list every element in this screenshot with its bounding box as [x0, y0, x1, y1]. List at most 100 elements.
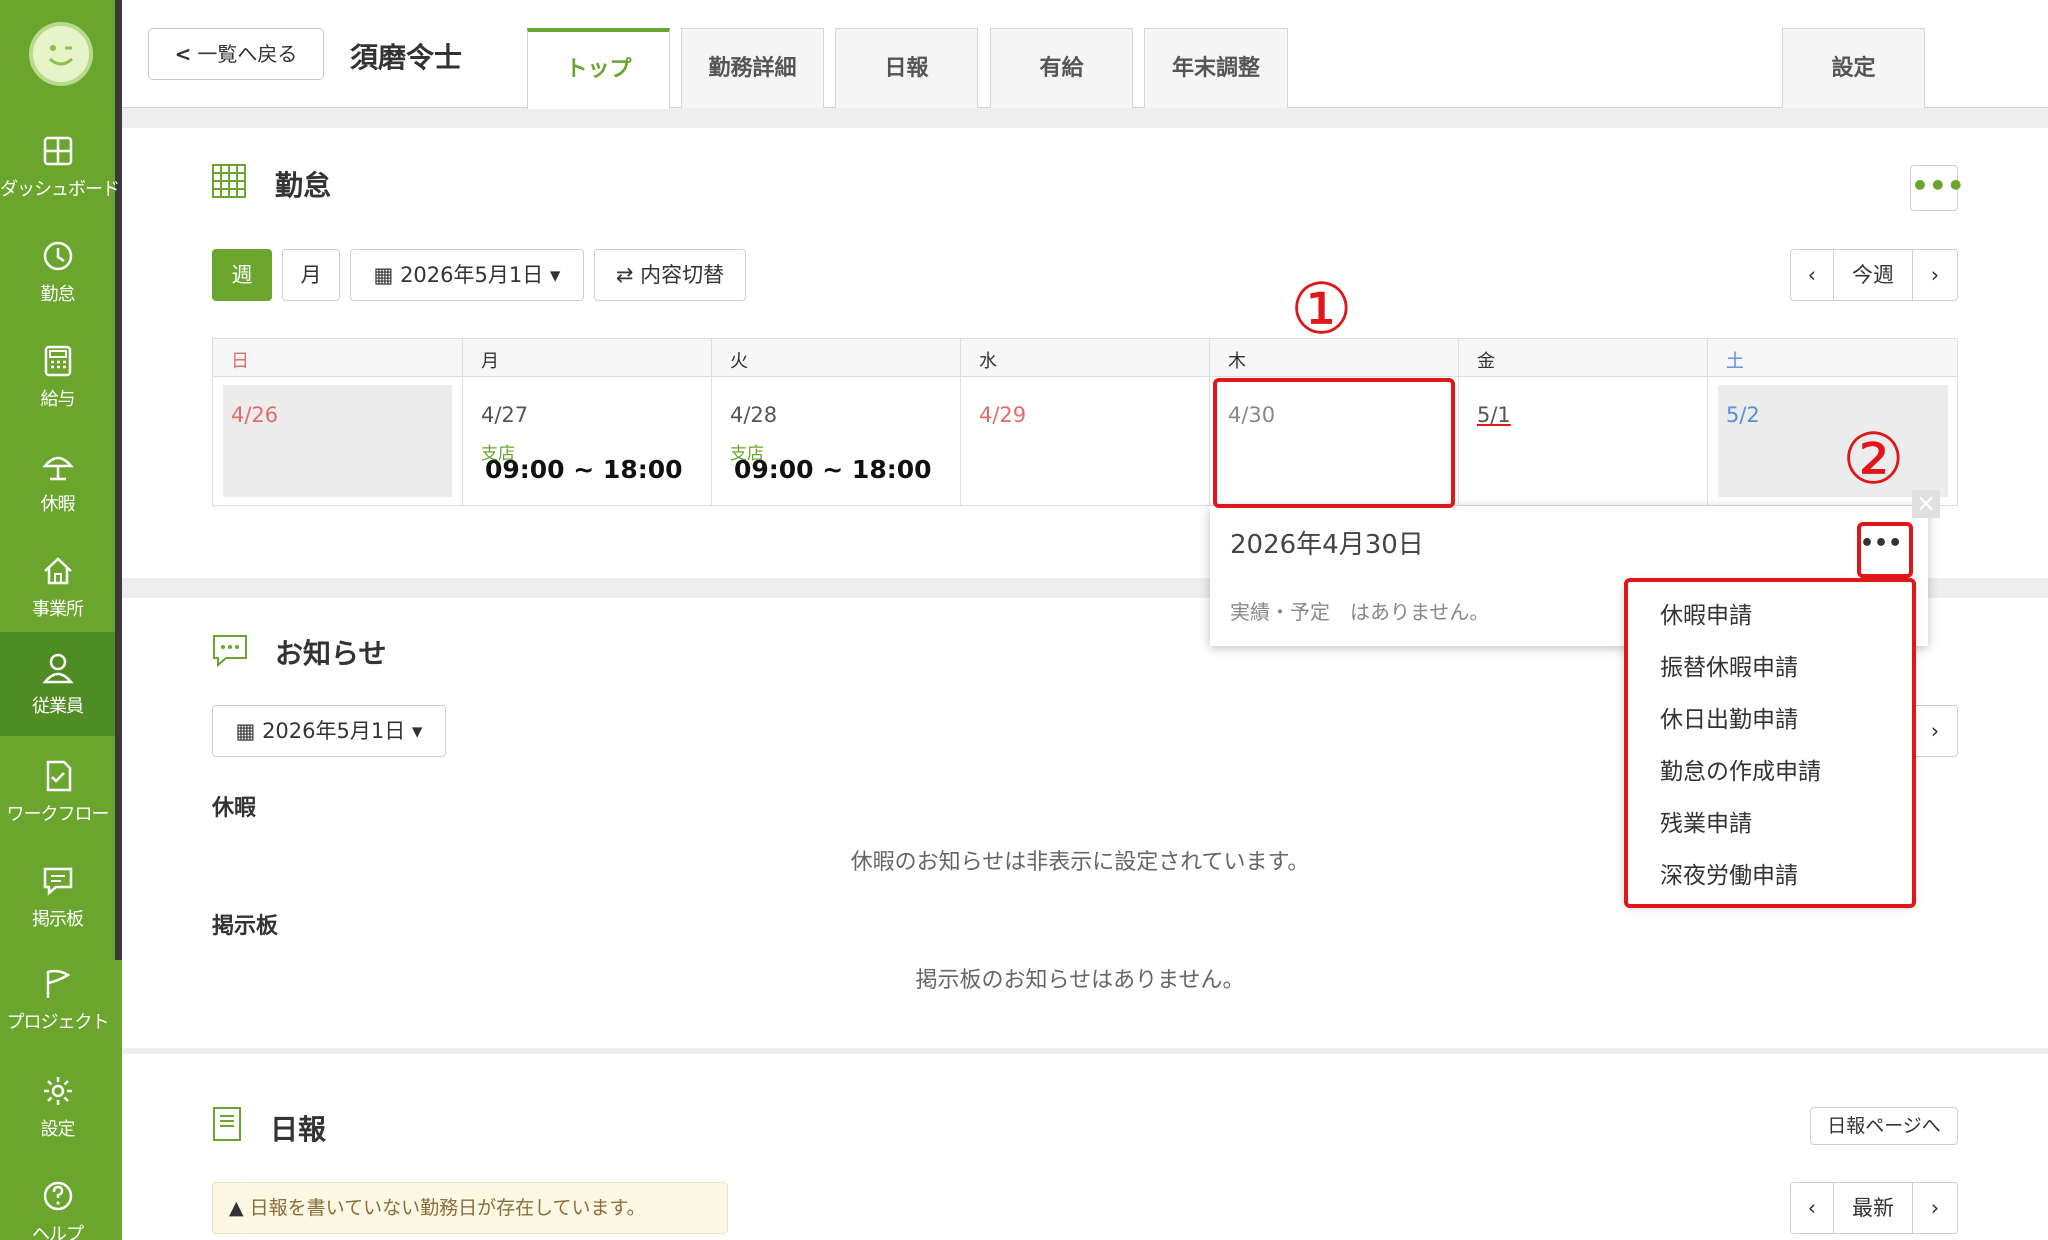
sidebar-item-employees[interactable]: 従業員 [0, 632, 115, 736]
day-date: 4/27 [481, 403, 529, 427]
next-week-button[interactable]: › [1912, 249, 1958, 301]
warning-icon: ▲ [229, 1197, 250, 1219]
help-icon [43, 1181, 73, 1211]
annotation-marker-2: ② [1842, 418, 1905, 500]
umbrella-icon [42, 456, 74, 481]
sidebar-item-label: ダッシュボード [0, 179, 120, 200]
daily-report-title: 日報 [270, 1113, 327, 1146]
sidebar-item-label: 休暇 [40, 494, 76, 515]
calendar-icon: ▦ [373, 263, 401, 287]
daily-report-page-button[interactable]: 日報ページへ [1810, 1107, 1958, 1145]
toggle-content-label: 内容切替 [640, 263, 725, 287]
notices-title: お知らせ [275, 637, 387, 670]
notices-date-picker[interactable]: ▦ 2026年5月1日 ▾ [212, 705, 446, 757]
notice-chat-icon [213, 635, 247, 668]
report-document-icon [213, 1107, 241, 1141]
weekday-header: 水 [960, 339, 1209, 377]
tab-work-detail[interactable]: 勤務詳細 [681, 28, 824, 108]
sidebar-item-label: ワークフロー [6, 804, 110, 825]
holiday-shade [223, 385, 452, 497]
sidebar-item-attendance[interactable]: 勤怠 [0, 220, 115, 324]
weekday-header: 月 [462, 339, 711, 377]
checklist-icon [46, 760, 72, 792]
back-to-list-button[interactable]: < 一覧へ戻る [148, 28, 324, 80]
week-view-button[interactable]: 週 [212, 249, 272, 301]
home-icon [44, 557, 72, 585]
sidebar-item-workflow[interactable]: ワークフロー [0, 740, 115, 844]
sidebar-item-label: 事業所 [32, 599, 84, 620]
sidebar-item-help[interactable]: ヘルプ [0, 1160, 115, 1240]
report-prev-button[interactable]: ‹ [1790, 1182, 1834, 1234]
tab-daily-report[interactable]: 日報 [835, 28, 978, 108]
weekday-header: 日 [213, 339, 462, 377]
dashboard-icon [43, 136, 73, 166]
sidebar-item-label: 掲示板 [32, 909, 84, 930]
app-logo[interactable] [29, 22, 93, 86]
weekday-header: 火 [711, 339, 960, 377]
holiday-shade [1718, 385, 1948, 497]
day-cell[interactable]: 4/27 支店 09:00 ~ 18:00 [462, 377, 711, 505]
sidebar-item-label: ヘルプ [32, 1224, 84, 1240]
person-icon [42, 653, 74, 684]
sidebar-item-label: 勤怠 [40, 284, 76, 305]
month-view-button[interactable]: 月 [282, 249, 340, 301]
gear-icon [44, 1077, 72, 1105]
day-cell[interactable]: 4/28 支店 09:00 ~ 18:00 [711, 377, 960, 505]
day-cell[interactable]: 5/2 [1707, 377, 1957, 505]
popover-date-title: 2026年4月30日 [1230, 530, 1424, 560]
popover-close-button[interactable]: × [1912, 490, 1940, 518]
sidebar-item-settings[interactable]: 設定 [0, 1055, 115, 1159]
day-date: 5/2 [1726, 403, 1760, 427]
day-date: 4/28 [730, 403, 778, 427]
prev-week-button[interactable]: ‹ [1790, 249, 1834, 301]
report-next-button[interactable]: › [1912, 1182, 1958, 1234]
sidebar-item-label: プロジェクト [6, 1012, 110, 1033]
employee-name: 須磨令士 [350, 41, 463, 74]
notices-next-button[interactable]: › [1912, 705, 1958, 757]
tab-year-end-adjustment[interactable]: 年末調整 [1144, 28, 1288, 108]
sidebar-item-label: 従業員 [32, 696, 84, 717]
sidebar-item-leave[interactable]: 休暇 [0, 430, 115, 534]
notices-date-label: 2026年5月1日 [262, 719, 406, 743]
day-cell[interactable]: 5/1 [1458, 377, 1707, 505]
sidebar-item-label: 給与 [40, 389, 76, 410]
attendance-date-picker[interactable]: ▦ 2026年5月1日 ▾ [350, 249, 584, 301]
tab-top[interactable]: トップ [527, 28, 670, 109]
caret-down-icon: ▾ [543, 263, 561, 287]
week-calendar: 日 月 火 水 木 金 土 4/26 4/27 支店 09:00 ~ 18:00… [212, 338, 1958, 506]
annotation-box-2 [1857, 522, 1913, 578]
more-dots-icon: ••• [1911, 169, 1965, 202]
day-date: 4/29 [979, 403, 1027, 427]
sidebar-item-office[interactable]: 事業所 [0, 535, 115, 639]
weekday-header: 金 [1458, 339, 1707, 377]
day-shift-time: 09:00 ~ 18:00 [734, 455, 932, 484]
back-to-list-label: 一覧へ戻る [197, 42, 298, 66]
sidebar-item-payroll[interactable]: 給与 [0, 325, 115, 429]
grid-calendar-icon [212, 164, 246, 198]
day-date: 5/1 [1477, 403, 1511, 427]
sidebar-scrollbar[interactable] [115, 0, 122, 960]
swap-icon: ⇄ [615, 263, 641, 287]
report-latest-button[interactable]: 最新 [1833, 1182, 1913, 1234]
sidebar-item-dashboard[interactable]: ダッシュボード [0, 115, 120, 219]
tab-settings[interactable]: 設定 [1782, 28, 1925, 108]
attendance-title: 勤怠 [275, 169, 332, 202]
clock-icon [43, 241, 73, 271]
day-date: 4/26 [231, 403, 279, 427]
toggle-content-button[interactable]: ⇄ 内容切替 [594, 249, 746, 301]
board-heading: 掲示板 [212, 914, 279, 939]
weekday-header: 土 [1707, 339, 1957, 377]
caret-down-icon: ▾ [405, 719, 423, 743]
day-cell[interactable]: 4/26 [213, 377, 462, 505]
tab-paid-leave[interactable]: 有給 [990, 28, 1133, 108]
this-week-button[interactable]: 今週 [1833, 249, 1913, 301]
board-notice-text: 掲示板のお知らせはありません。 [915, 968, 1245, 993]
annotation-box-menu [1624, 578, 1916, 908]
attendance-more-button[interactable]: ••• [1910, 165, 1965, 211]
leave-heading: 休暇 [212, 796, 257, 821]
calendar-icon: ▦ [235, 719, 263, 743]
calculator-icon [44, 345, 72, 377]
missing-report-warning: ▲ 日報を書いていない勤務日が存在しています。 [212, 1182, 728, 1234]
day-cell[interactable]: 4/29 [960, 377, 1209, 505]
popover-empty-text: 実績・予定 はありません。 [1230, 600, 1490, 624]
